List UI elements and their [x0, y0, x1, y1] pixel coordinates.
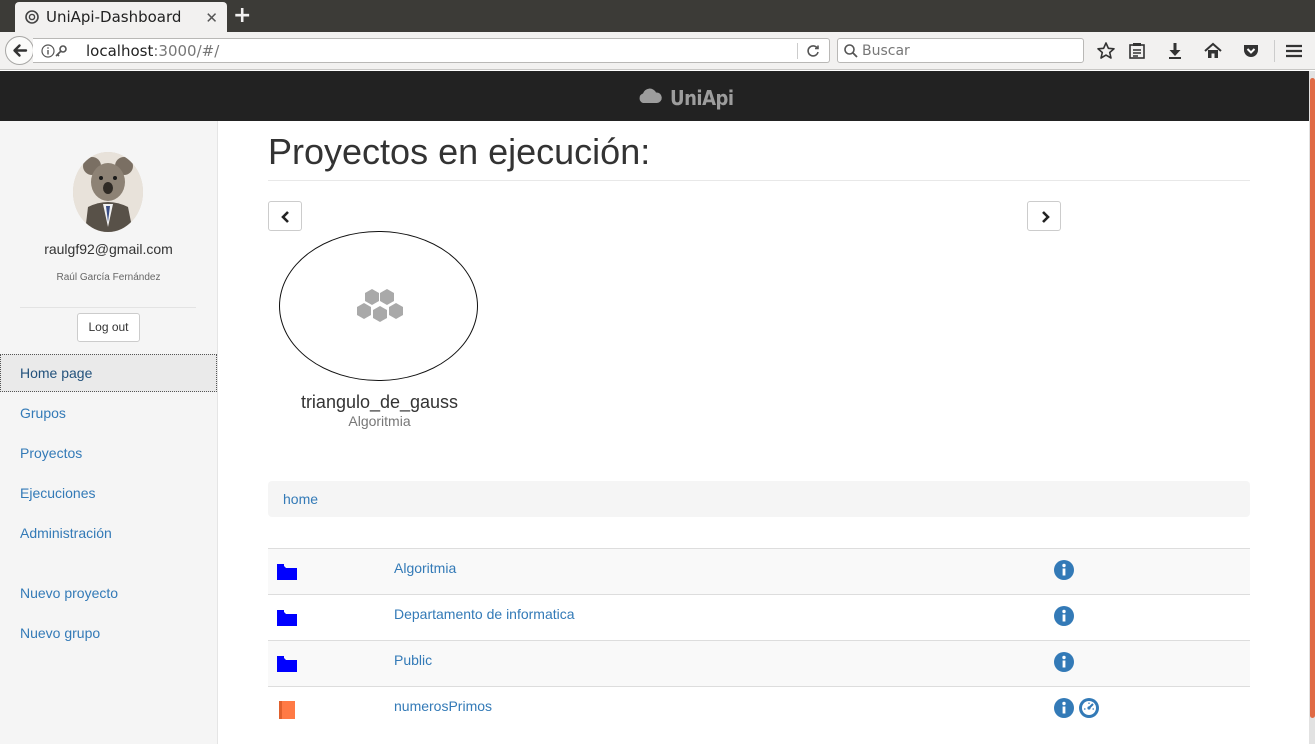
table-row: Departamento de informatica	[268, 595, 1250, 641]
info-icon[interactable]	[1054, 606, 1074, 626]
tab-title: UniApi-Dashboard	[46, 8, 182, 26]
search-placeholder: Buscar	[862, 43, 910, 59]
row-name-link[interactable]: numerosPrimos	[394, 698, 492, 714]
book-icon	[279, 701, 295, 719]
toolbar-separator	[1274, 40, 1275, 62]
avatar	[73, 152, 143, 232]
file-table: Algoritmia Departamento de informatica P…	[268, 548, 1250, 733]
home-icon[interactable]	[1203, 41, 1223, 61]
dashboard-gauge-icon[interactable]	[1079, 698, 1099, 718]
user-full-name: Raúl García Fernández	[56, 272, 161, 283]
title-divider	[268, 180, 1250, 181]
folder-icon	[277, 656, 297, 672]
pocket-icon[interactable]	[1241, 41, 1261, 61]
back-button[interactable]	[5, 36, 34, 65]
search-icon	[844, 44, 858, 58]
row-name-link[interactable]: Public	[394, 652, 432, 668]
cubes-icon	[357, 289, 403, 322]
row-name-link[interactable]: Algoritmia	[394, 560, 456, 576]
bookmark-star-icon[interactable]	[1096, 41, 1116, 61]
brand[interactable]: UniApi	[637, 85, 734, 110]
running-project-name[interactable]: triangulo_de_gauss	[268, 392, 491, 413]
info-icon[interactable]	[41, 43, 77, 59]
back-arrow-icon	[13, 44, 28, 57]
reading-list-icon[interactable]	[1127, 41, 1147, 61]
running-project-card[interactable]	[279, 231, 478, 381]
user-email: raulgf92@gmail.com	[44, 241, 173, 257]
sidebar-item-proyectos[interactable]: Proyectos	[0, 434, 217, 472]
url-separator	[797, 43, 798, 59]
search-bar[interactable]: Buscar	[837, 38, 1084, 63]
sidebar-item-administracion[interactable]: Administración	[0, 514, 217, 552]
menu-icon[interactable]	[1284, 41, 1304, 61]
info-icon[interactable]	[1054, 698, 1074, 718]
app-header: UniApi	[0, 71, 1315, 121]
sidebar-item-nuevo-proyecto[interactable]: Nuevo proyecto	[0, 574, 217, 612]
browser-tab[interactable]: UniApi-Dashboard ✕	[15, 2, 227, 32]
koala-suit-avatar-image	[73, 152, 143, 232]
carousel-prev-button[interactable]	[268, 201, 302, 231]
page-title: Proyectos en ejecución:	[268, 131, 651, 172]
chevron-left-icon	[281, 211, 289, 223]
close-icon[interactable]: ✕	[205, 9, 218, 27]
info-icon[interactable]	[1054, 560, 1074, 580]
globe-icon	[25, 10, 39, 24]
carousel-next-button[interactable]	[1027, 201, 1061, 231]
browser-navbar: localhost:3000/#/ Buscar	[0, 32, 1315, 70]
folder-icon	[277, 564, 297, 580]
brand-name: UniApi	[670, 86, 734, 110]
scrollbar-thumb[interactable]	[1310, 78, 1315, 718]
sidebar: raulgf92@gmail.com Raúl García Fernández…	[0, 121, 218, 744]
url-bar[interactable]: localhost:3000/#/	[33, 38, 830, 63]
breadcrumb: home	[268, 481, 1250, 517]
table-row: numerosPrimos	[268, 687, 1250, 733]
browser-tabstrip: UniApi-Dashboard ✕ +	[0, 0, 1315, 32]
sidebar-item-grupos[interactable]: Grupos	[0, 394, 217, 432]
url-text[interactable]: localhost:3000/#/	[86, 42, 219, 60]
logout-button[interactable]: Log out	[77, 313, 140, 342]
new-tab-icon[interactable]: +	[233, 3, 251, 28]
download-icon[interactable]	[1165, 41, 1185, 61]
sidebar-item-ejecuciones[interactable]: Ejecuciones	[0, 474, 217, 512]
cloud-icon	[639, 88, 662, 103]
info-icon[interactable]	[1054, 652, 1074, 672]
sidebar-item-home-page[interactable]: Home page	[0, 354, 217, 392]
breadcrumb-home-link[interactable]: home	[283, 491, 318, 507]
chevron-right-icon	[1042, 211, 1050, 223]
running-project-group: Algoritmia	[348, 413, 411, 429]
table-row: Algoritmia	[268, 549, 1250, 595]
table-row: Public	[268, 641, 1250, 687]
folder-icon	[277, 610, 297, 626]
row-name-link[interactable]: Departamento de informatica	[394, 606, 575, 622]
sidebar-item-nuevo-grupo[interactable]: Nuevo grupo	[0, 614, 217, 652]
reload-icon[interactable]	[805, 43, 821, 59]
sidebar-divider	[20, 307, 196, 308]
